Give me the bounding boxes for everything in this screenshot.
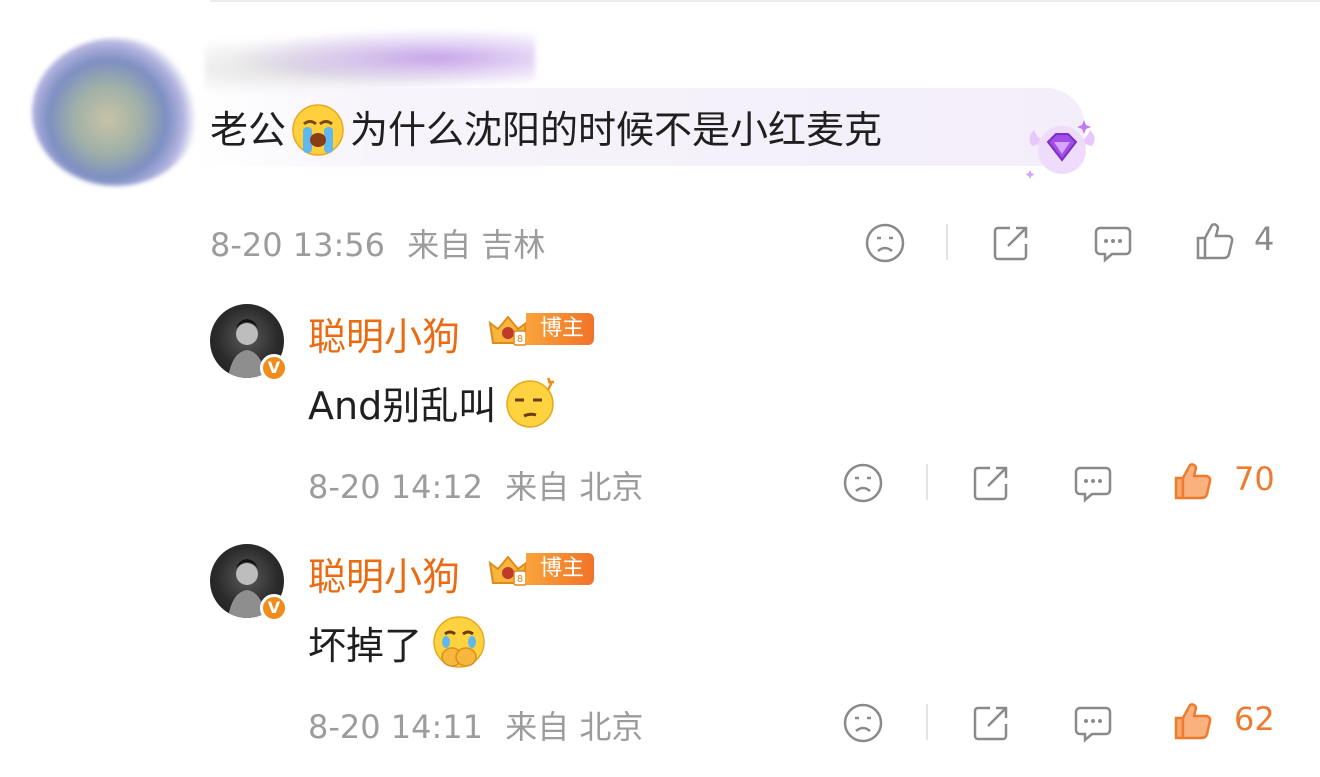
reply-meta: 8-20 14:12 来自 北京 — [308, 462, 643, 508]
action-separator — [926, 704, 928, 740]
svg-text:8: 8 — [517, 574, 523, 585]
reply-author-name[interactable]: 聪明小狗 — [308, 546, 460, 601]
dislike-button[interactable] — [842, 462, 884, 508]
share-button[interactable] — [990, 222, 1032, 268]
reply-location: 来自 北京 — [505, 468, 644, 506]
comment-bubble-icon — [1074, 466, 1112, 503]
like-button-active[interactable] — [1172, 460, 1214, 506]
blogger-tag: 8 博主 — [484, 312, 595, 346]
reply-author-name[interactable]: 聪明小狗 — [308, 306, 460, 361]
comment-bubble-icon — [1074, 706, 1112, 743]
reply-meta: 8-20 14:11 来自 北京 — [308, 702, 643, 748]
comment-location: 来自 吉林 — [407, 226, 546, 264]
reply-button[interactable] — [1072, 462, 1114, 508]
comment-text-part2: 为什么沈阳的时候不是小红麦克 — [350, 108, 883, 152]
reply-location: 来自 北京 — [505, 708, 644, 746]
crying-hands-face-icon — [430, 613, 488, 671]
like-count: 62 — [1234, 700, 1275, 738]
comment-bubble-icon — [1094, 226, 1132, 263]
verified-badge-icon: V — [260, 594, 288, 622]
top-divider — [210, 0, 1320, 2]
like-button[interactable] — [1194, 220, 1236, 266]
reply-text: And别乱叫 — [308, 374, 560, 430]
dislike-button[interactable] — [842, 702, 884, 748]
thumbs-up-icon — [1196, 223, 1234, 260]
share-button[interactable] — [970, 462, 1012, 508]
action-separator — [946, 224, 948, 260]
verified-badge-icon: V — [260, 354, 288, 382]
svg-text:8: 8 — [517, 334, 523, 345]
comment-avatar-blurred[interactable] — [32, 38, 200, 186]
comment-date: 8-20 13:56 — [210, 226, 386, 264]
crown-badge-icon: 8 — [488, 315, 528, 346]
blogger-tag: 8 博主 — [484, 552, 595, 586]
crown-badge-icon: 8 — [488, 555, 528, 586]
share-icon — [973, 466, 1008, 501]
comment-text-part1: 老公 — [210, 108, 287, 152]
sad-face-icon — [865, 223, 905, 263]
thumbs-up-filled-icon — [1174, 463, 1212, 500]
purple-gem-badge-icon[interactable] — [1024, 112, 1100, 184]
like-count: 70 — [1234, 460, 1275, 498]
smirk-face-icon — [504, 374, 560, 430]
like-button-active[interactable] — [1172, 700, 1214, 746]
blogger-tag-label: 博主 — [526, 553, 595, 585]
blogger-tag-label: 博主 — [526, 313, 595, 345]
share-icon — [973, 706, 1008, 741]
share-button[interactable] — [970, 702, 1012, 748]
reply-date: 8-20 14:11 — [308, 708, 484, 746]
reply-date: 8-20 14:12 — [308, 468, 484, 506]
reply-button[interactable] — [1092, 222, 1134, 268]
thumbs-up-filled-icon — [1174, 703, 1212, 740]
crying-face-icon — [290, 102, 346, 158]
reply-button[interactable] — [1072, 702, 1114, 748]
reply-text: 坏掉了 — [308, 614, 488, 670]
comment-meta: 8-20 13:56 来自 吉林 — [210, 220, 545, 266]
sad-face-icon — [843, 463, 883, 503]
share-icon — [993, 226, 1028, 261]
dislike-button[interactable] — [864, 222, 906, 268]
action-separator — [926, 464, 928, 500]
reply-text-content: 坏掉了 — [308, 623, 423, 668]
comment-author-blurred[interactable] — [205, 30, 535, 92]
like-count: 4 — [1254, 220, 1275, 258]
reply-text-content: And别乱叫 — [308, 383, 497, 428]
comment-text: 老公 为什么沈阳的时候不是小红麦克 — [210, 100, 882, 160]
sad-face-icon — [843, 703, 883, 743]
